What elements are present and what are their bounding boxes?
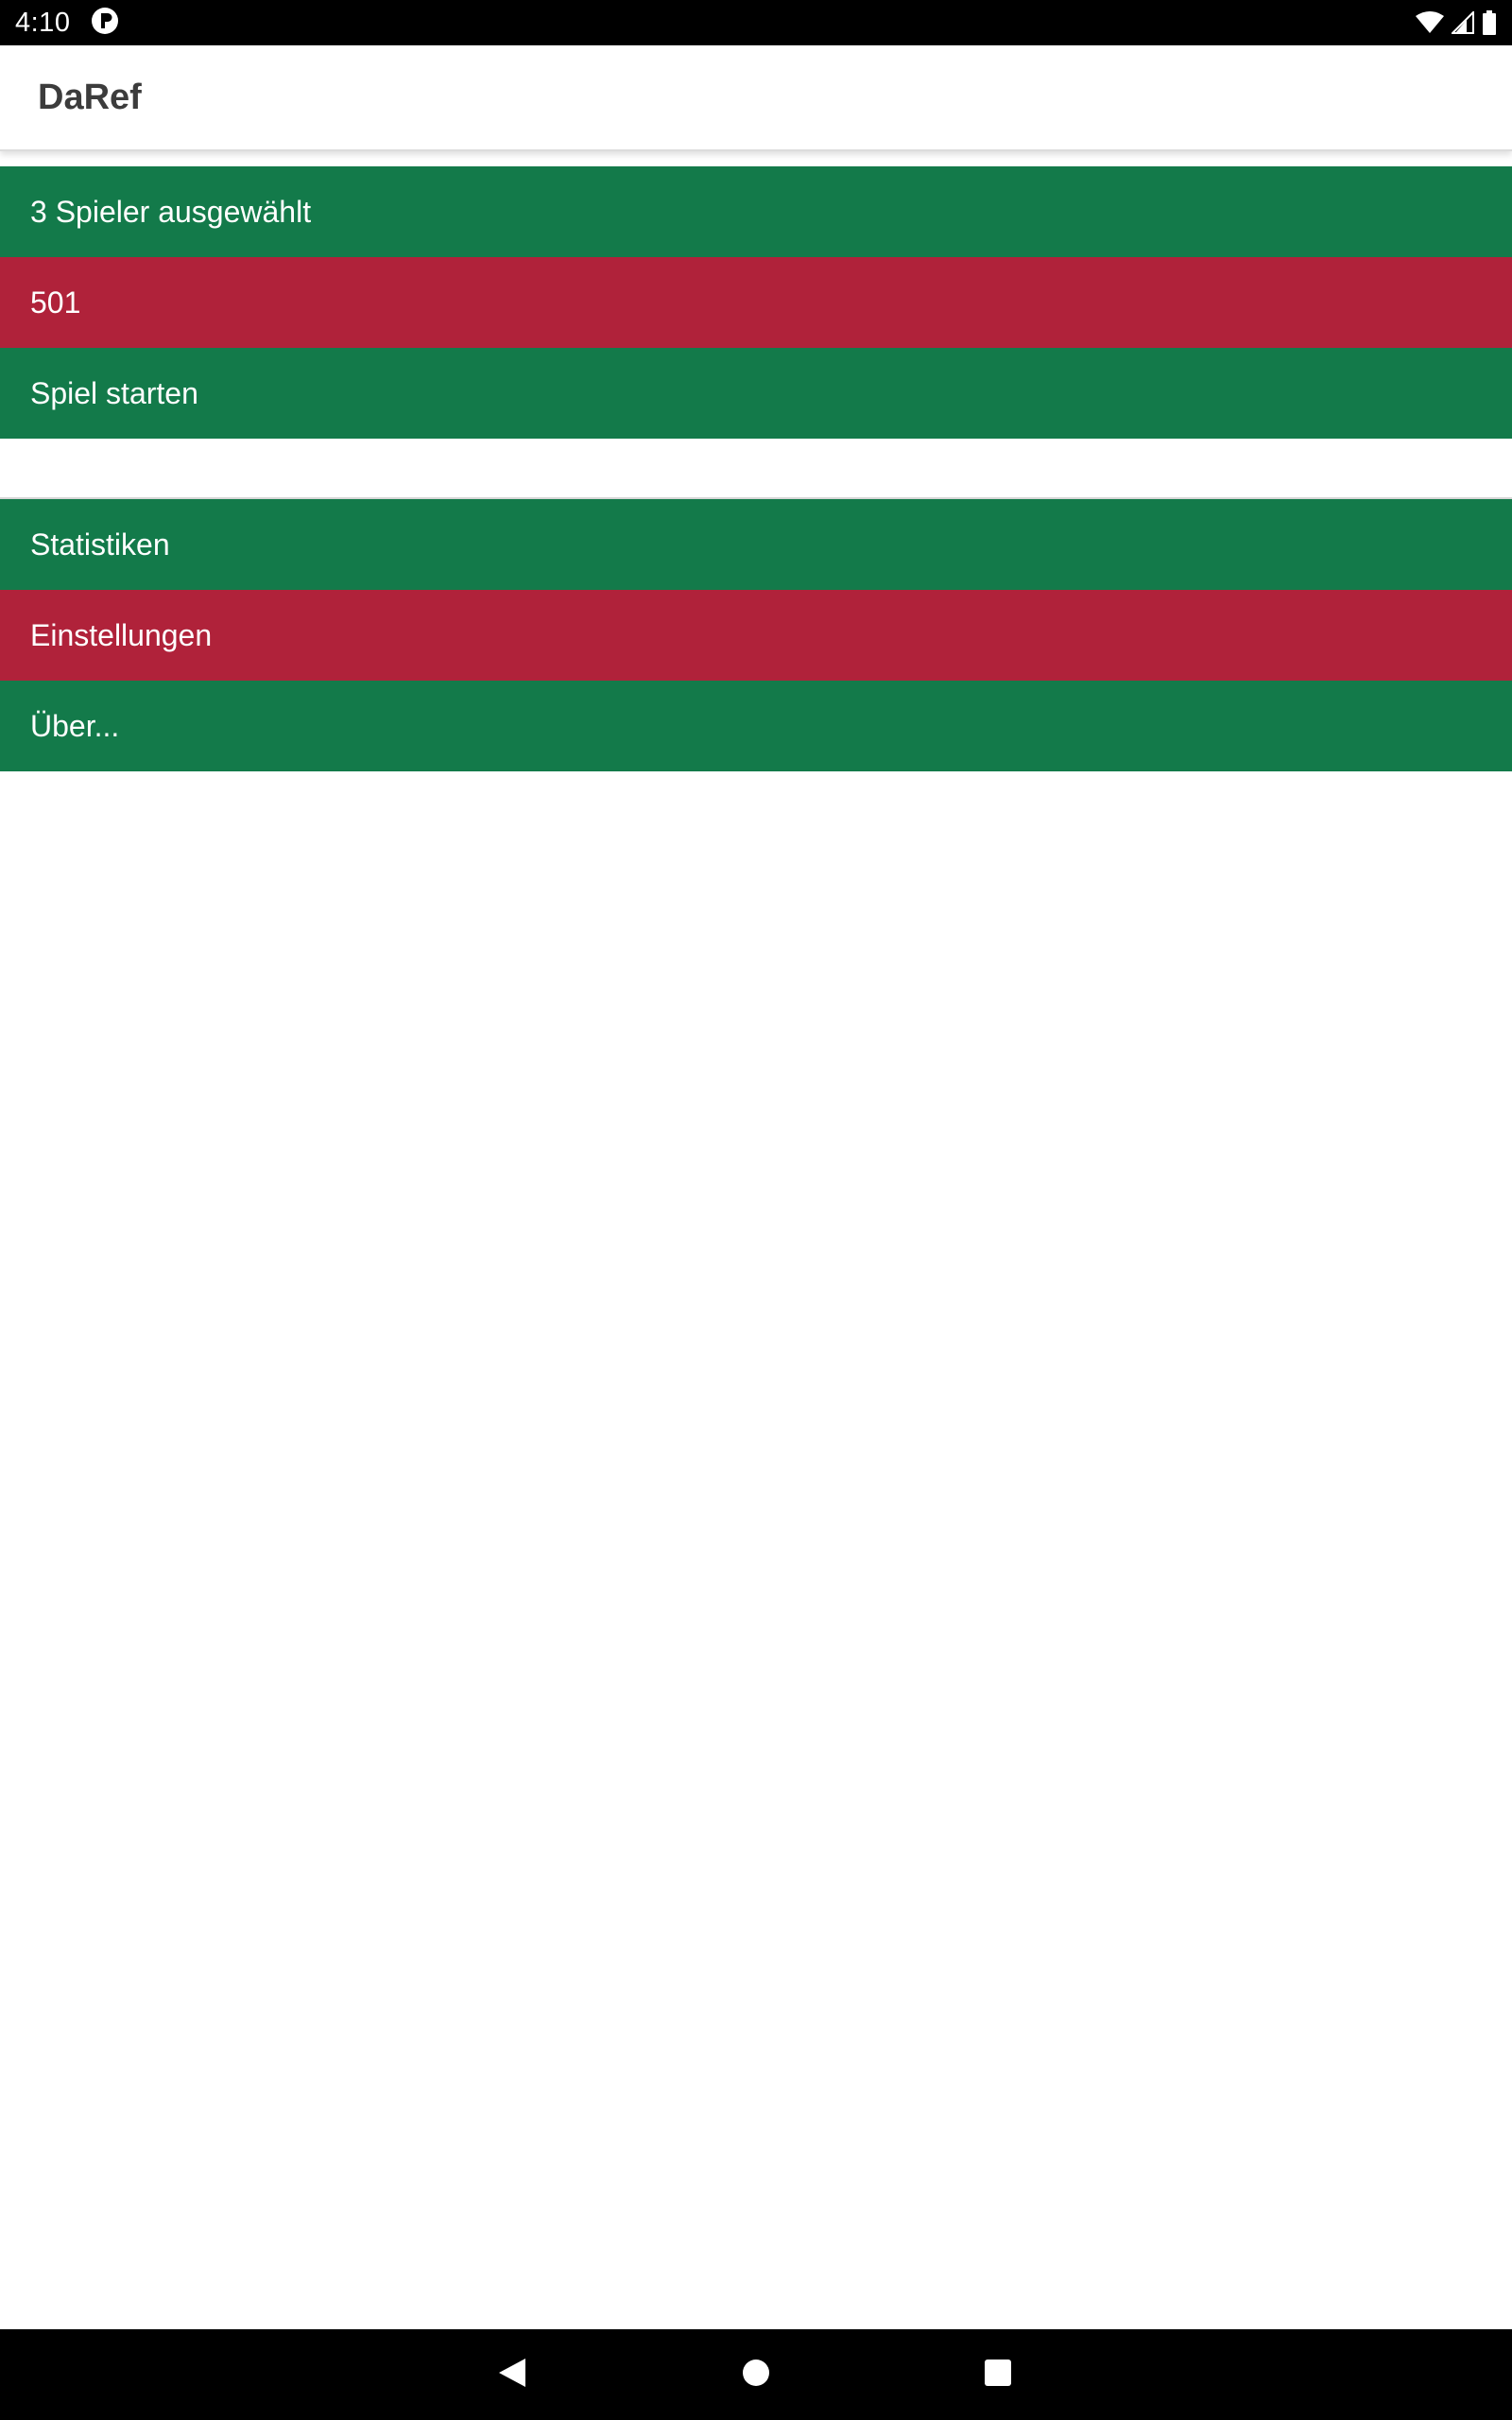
other-menu: Statistiken Einstellungen Über... — [0, 497, 1512, 771]
game-mode-button[interactable]: 501 — [0, 257, 1512, 348]
status-right — [1416, 10, 1497, 35]
status-left: 4:10 — [15, 7, 119, 40]
recents-icon — [983, 2358, 1013, 2393]
wifi-icon — [1416, 11, 1444, 34]
game-mode-label: 501 — [30, 285, 81, 320]
battery-icon — [1482, 10, 1497, 35]
back-icon — [497, 2357, 527, 2394]
about-button[interactable]: Über... — [0, 681, 1512, 771]
start-game-label: Spiel starten — [30, 375, 198, 410]
app-bar: DaRef — [0, 45, 1512, 151]
screen: 4:10 DaRef 3 Spieler ausgewählt 501 Spie… — [0, 0, 1512, 2420]
status-bar: 4:10 — [0, 0, 1512, 45]
navigation-bar — [0, 2329, 1512, 2420]
app-title: DaRef — [38, 77, 142, 117]
home-icon — [741, 2358, 771, 2393]
select-players-button[interactable]: 3 Spieler ausgewählt — [0, 166, 1512, 257]
about-label: Über... — [30, 708, 120, 743]
notification-p-icon — [91, 7, 119, 40]
settings-button[interactable]: Einstellungen — [0, 590, 1512, 681]
signal-icon — [1452, 11, 1474, 34]
recents-button[interactable] — [953, 2329, 1043, 2420]
back-button[interactable] — [467, 2329, 558, 2420]
home-button[interactable] — [711, 2329, 801, 2420]
start-game-button[interactable]: Spiel starten — [0, 348, 1512, 439]
game-menu: 3 Spieler ausgewählt 501 Spiel starten — [0, 166, 1512, 439]
status-time: 4:10 — [15, 7, 71, 38]
select-players-label: 3 Spieler ausgewählt — [30, 194, 312, 229]
settings-label: Einstellungen — [30, 617, 213, 652]
statistics-label: Statistiken — [30, 527, 170, 562]
statistics-button[interactable]: Statistiken — [0, 499, 1512, 590]
